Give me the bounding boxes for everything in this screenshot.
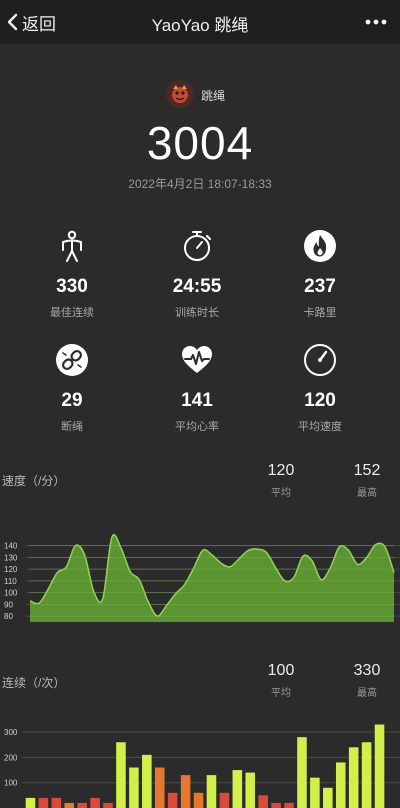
broken-link-icon: [56, 344, 88, 376]
streak-bar: [232, 770, 243, 808]
page-title: YaoYao 跳绳: [151, 16, 249, 35]
streak-y-tick-label: 100: [4, 779, 18, 788]
streak-bar: [219, 792, 230, 808]
speedometer-icon: [304, 344, 336, 376]
speed-y-tick-label: 140: [4, 542, 18, 551]
streak-bar: [25, 797, 36, 808]
streak-bar: [310, 777, 320, 808]
streak-bar: [271, 802, 281, 808]
streak-bar: [116, 742, 126, 808]
streak-max-value: 330: [353, 662, 381, 679]
stat-calories: 237 卡路里: [265, 228, 375, 320]
streak-max-label: 最高: [357, 688, 377, 699]
streak-bar: [323, 787, 333, 808]
speed-y-tick-label: 120: [4, 565, 18, 574]
streak-bar: [154, 767, 165, 808]
streak-bar: [77, 802, 87, 808]
stat-average-speed: 120 平均速度: [265, 342, 375, 434]
streak-bar: [129, 767, 139, 808]
stat-label: 最佳连续: [50, 307, 94, 319]
streak-bar: [245, 772, 256, 808]
stat-value: 237: [304, 276, 336, 297]
streak-average-value: 100: [267, 662, 295, 679]
streak-bar: [51, 797, 62, 808]
streak-bar: [193, 792, 204, 808]
streak-bar: [284, 802, 294, 808]
stat-rope-breaks: 29 断绳: [17, 342, 127, 434]
streak-bar: [167, 792, 178, 808]
stat-value: 141: [181, 390, 213, 411]
streak-section-title: 连续（/次）: [2, 676, 66, 690]
speed-average-value: 120: [267, 462, 295, 479]
streak-bar: [297, 737, 307, 808]
streak-bar: [142, 754, 152, 808]
workout-summary: 跳绳 3004 2022年4月2日 18:07-18:33 330 最佳连续 2…: [0, 44, 400, 808]
speed-y-tick-label: 110: [4, 577, 17, 586]
avatar[interactable]: [166, 80, 194, 108]
stat-value: 24:55: [172, 276, 222, 297]
stat-value: 29: [61, 390, 83, 411]
stat-label: 平均心率: [175, 421, 219, 433]
streak-y-tick-label: 200: [4, 753, 18, 762]
chevron-left-icon: [7, 13, 18, 31]
stat-label: 断绳: [61, 421, 83, 433]
total-jumps: 3004: [146, 117, 254, 169]
streak-bar: [335, 762, 346, 808]
jumping-person-icon: [62, 230, 82, 262]
stat-value: 330: [56, 276, 88, 297]
streak-y-tick-label: 300: [4, 728, 18, 737]
user-name: 跳绳: [201, 89, 226, 103]
avatar-picture: [166, 80, 194, 108]
speed-average-label: 平均: [271, 488, 291, 499]
stat-best-streak: 330 最佳连续: [17, 228, 127, 320]
streak-bar: [64, 802, 75, 808]
stat-label: 卡路里: [303, 307, 337, 319]
streak-bar: [361, 742, 372, 808]
streak-chart: 300 200 100: [4, 724, 400, 808]
speed-max-label: 最高: [357, 488, 377, 499]
stat-value: 120: [304, 390, 336, 411]
flame-icon: [304, 230, 336, 262]
stat-training-duration: 24:55 训练时长: [142, 228, 252, 320]
streak-bar: [90, 797, 100, 808]
back-label: 返回: [22, 14, 56, 34]
stat-average-heart-rate: 141 平均心率: [142, 342, 252, 434]
heart-rate-icon: [182, 346, 212, 373]
speed-y-tick-label: 100: [4, 589, 18, 598]
back-button[interactable]: 返回: [6, 9, 56, 35]
streak-average-label: 平均: [271, 688, 291, 699]
streak-bar: [38, 797, 49, 808]
streak-bar: [348, 747, 359, 808]
more-options-icon[interactable]: [364, 16, 388, 28]
stat-label: 训练时长: [175, 307, 219, 319]
speed-y-tick-label: 130: [4, 553, 18, 562]
speed-section-title: 速度（/分）: [2, 474, 66, 488]
speed-max-value: 152: [353, 462, 381, 479]
streak-bar: [206, 775, 217, 808]
stat-label: 平均速度: [298, 421, 342, 433]
speed-y-tick-label: 90: [4, 600, 13, 609]
speed-y-tick-label: 80: [4, 612, 13, 621]
navigation-bar: 返回 YaoYao 跳绳: [0, 0, 400, 44]
streak-bar: [180, 775, 191, 808]
speed-chart: 140 130 120 110 100 90 80: [4, 533, 400, 622]
streak-bar: [103, 802, 113, 808]
stopwatch-icon: [184, 231, 211, 261]
streak-bar: [258, 795, 268, 808]
session-time-range: 2022年4月2日 18:07-18:33: [128, 177, 272, 191]
streak-bar: [374, 724, 385, 808]
